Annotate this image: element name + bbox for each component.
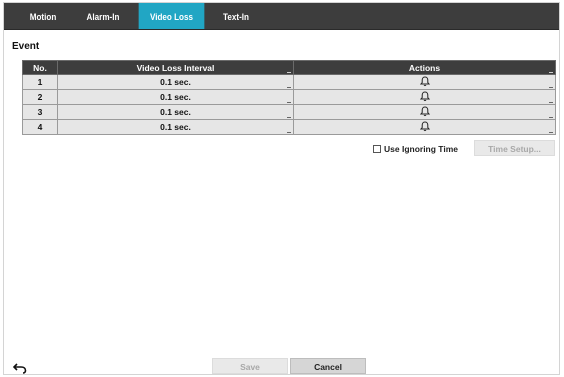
back-arrow-icon[interactable]	[13, 363, 27, 374]
row-number: 4	[22, 119, 58, 135]
table-row[interactable]: 3 0.1 sec.	[22, 104, 556, 120]
table-row[interactable]: 2 0.1 sec.	[22, 89, 556, 105]
dropdown-corner-icon	[287, 130, 291, 133]
bell-icon	[419, 75, 430, 86]
dropdown-corner-icon	[549, 85, 553, 88]
actions-cell[interactable]	[293, 119, 556, 135]
use-ignoring-time-label: Use Ignoring Time	[384, 144, 458, 154]
dropdown-corner-icon	[549, 100, 553, 103]
tab-alarm-in[interactable]: Alarm-In	[75, 3, 131, 29]
bell-icon	[419, 105, 430, 116]
time-setup-button[interactable]: Time Setup...	[474, 140, 555, 156]
row-number: 1	[22, 74, 58, 90]
actions-cell[interactable]	[293, 89, 556, 105]
table-header-row: No. Video Loss Interval Actions	[22, 60, 556, 75]
bell-icon	[419, 120, 430, 131]
interval-cell[interactable]: 0.1 sec.	[57, 119, 294, 135]
row-number: 2	[22, 89, 58, 105]
dropdown-corner-icon	[549, 115, 553, 118]
dropdown-corner-icon	[549, 130, 553, 133]
section-title: Event	[12, 41, 40, 52]
column-header-actions[interactable]: Actions	[293, 60, 556, 75]
interval-cell[interactable]: 0.1 sec.	[57, 89, 294, 105]
dropdown-corner-icon	[287, 85, 291, 88]
row-number: 3	[22, 104, 58, 120]
interval-cell[interactable]: 0.1 sec.	[57, 104, 294, 120]
interval-cell[interactable]: 0.1 sec.	[57, 74, 294, 90]
column-header-no[interactable]: No.	[22, 60, 58, 75]
resize-corner-icon	[287, 70, 291, 73]
use-ignoring-time-checkbox[interactable]	[373, 145, 381, 153]
tab-video-loss[interactable]: Video Loss	[138, 3, 205, 29]
actions-cell[interactable]	[293, 74, 556, 90]
dropdown-corner-icon	[287, 100, 291, 103]
tab-text-in[interactable]: Text-In	[213, 3, 260, 29]
bell-icon	[419, 90, 430, 101]
table-row[interactable]: 4 0.1 sec.	[22, 119, 556, 135]
actions-cell[interactable]	[293, 104, 556, 120]
event-settings-window: Motion Alarm-In Video Loss Text-In Event…	[3, 2, 560, 375]
resize-corner-icon	[549, 70, 553, 73]
tab-bar: Motion Alarm-In Video Loss Text-In	[4, 3, 559, 30]
dropdown-corner-icon	[287, 115, 291, 118]
event-table: No. Video Loss Interval Actions 1 0.1 se…	[22, 60, 556, 135]
save-button[interactable]: Save	[212, 358, 288, 374]
tab-motion[interactable]: Motion	[15, 3, 71, 29]
cancel-button[interactable]: Cancel	[290, 358, 366, 374]
column-header-interval[interactable]: Video Loss Interval	[57, 60, 294, 75]
use-ignoring-time-option[interactable]: Use Ignoring Time	[373, 143, 458, 155]
table-row[interactable]: 1 0.1 sec.	[22, 74, 556, 90]
